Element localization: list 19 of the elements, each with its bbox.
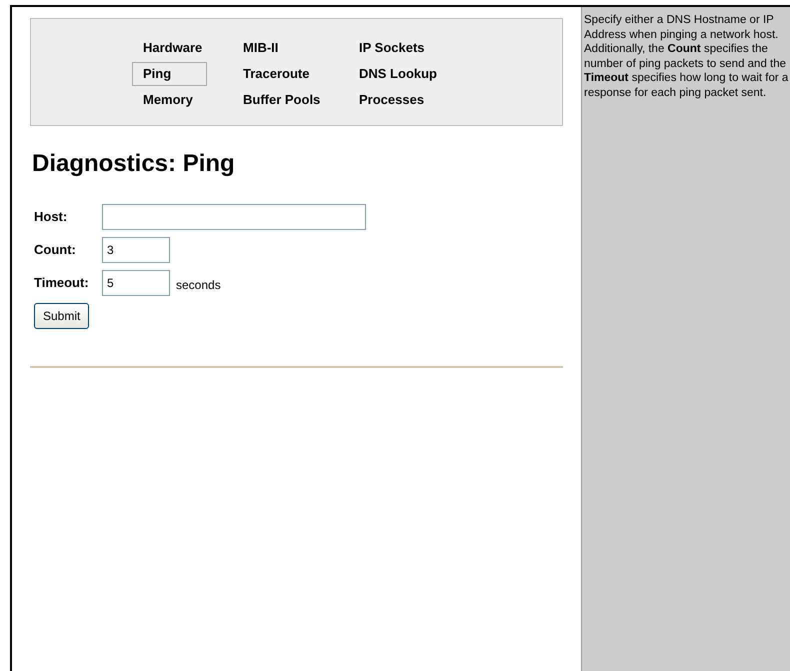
input-field[interactable]: 5 (102, 270, 170, 296)
nav-link[interactable]: Memory (132, 88, 194, 112)
unit-label: seconds (176, 277, 221, 294)
nav-link[interactable]: DNS Lookup (348, 62, 438, 86)
nav-link[interactable]: Ping (132, 62, 207, 86)
nav-link[interactable]: MIB-II (232, 36, 280, 60)
field-label: Count: (33, 241, 77, 260)
nav-link[interactable]: IP Sockets (348, 36, 426, 60)
submit-button[interactable]: Submit (34, 303, 90, 329)
nav-link[interactable]: Hardware (132, 36, 204, 60)
field-label: Timeout: (33, 274, 90, 292)
nav-link[interactable]: Buffer Pools (232, 88, 322, 112)
nav-link[interactable]: Traceroute (232, 62, 310, 86)
help-text: Specify either a DNS Hostname or IP Address when pinging a network host. Additionally, the Count specifies the number of ping packets to send and the Timeout specifies how long to wait for a response for each ping packet sent. (584, 13, 790, 100)
page-title: Diagnostics: Ping (32, 149, 236, 179)
field-label: Host: (33, 208, 68, 226)
input-field[interactable]: 3 (102, 237, 170, 263)
nav-link[interactable]: Processes (348, 88, 426, 112)
input-field[interactable] (102, 204, 366, 230)
